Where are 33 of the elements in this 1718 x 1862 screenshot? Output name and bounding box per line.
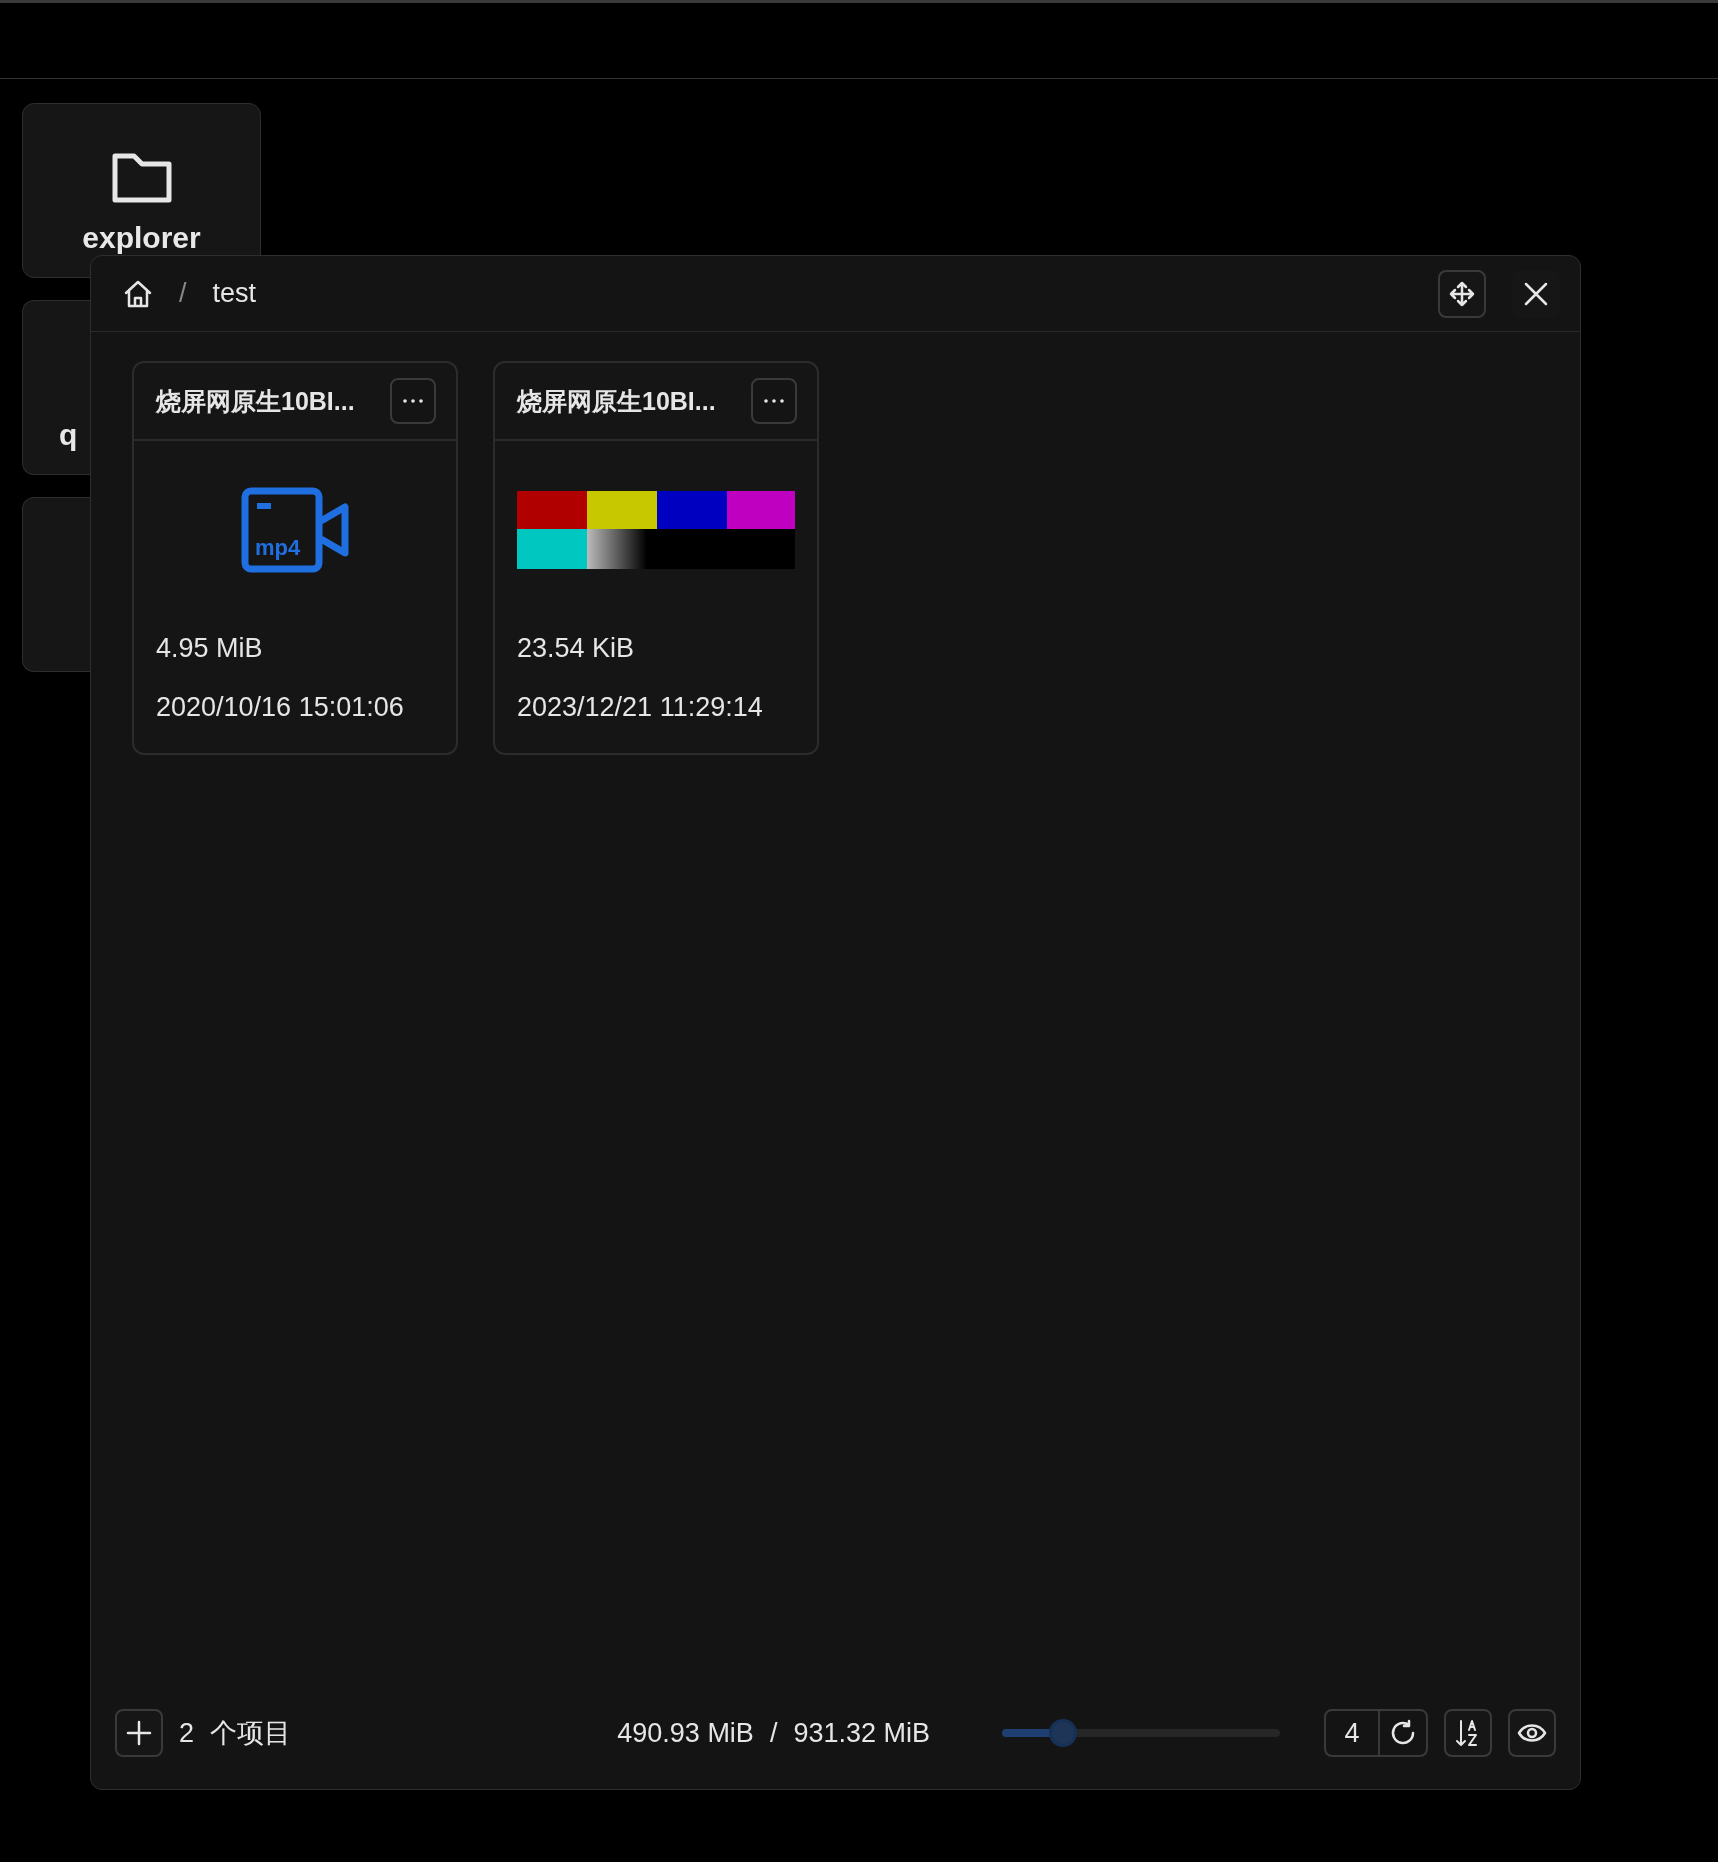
zoom-slider[interactable] [1002, 1719, 1280, 1747]
file-date: 2023/12/21 11:29:14 [516, 692, 764, 723]
move-button[interactable] [1438, 269, 1486, 318]
folder-icon [111, 153, 172, 203]
slider-thumb[interactable] [1049, 1719, 1078, 1747]
item-count: 2 [179, 1717, 195, 1749]
file-size: 23.54 KiB [516, 633, 636, 664]
desktop-shortcut[interactable]: q [22, 300, 90, 475]
used-storage: 490.93 MiB [617, 1717, 754, 1749]
file-card[interactable]: 烧屏网原生10BI... mp4 4.95 MiB 2020/10/16 15:01:06 [132, 361, 458, 755]
move-icon [1448, 279, 1476, 308]
sort-button[interactable] [1444, 1709, 1492, 1757]
total-storage: 931.32 MiB [793, 1717, 930, 1749]
refresh-icon [1389, 1719, 1417, 1747]
storage-separator: / [769, 1717, 778, 1749]
file-name: 烧屏网原生10BI... [517, 385, 716, 417]
ellipsis-icon [763, 398, 785, 404]
eye-icon[interactable] [1508, 1709, 1556, 1757]
breadcrumb-separator: / [179, 278, 187, 309]
home-icon[interactable] [123, 279, 153, 308]
file-date: 2020/10/16 15:01:06 [155, 692, 405, 723]
file-card[interactable]: 烧屏网原生10BI... 23.54 KiB 2023/12/21 11:29:14 [493, 361, 819, 755]
item-count-label: 个项目 [210, 1717, 292, 1750]
shortcut-label: explorer [82, 221, 201, 255]
plus-icon [126, 1720, 152, 1746]
file-name: 烧屏网原生10BI... [156, 385, 355, 417]
ellipsis-icon [402, 398, 424, 404]
shortcut-label: q [58, 418, 78, 452]
close-icon [1523, 280, 1549, 307]
file-size: 4.95 MiB [155, 633, 264, 664]
desktop-shortcut[interactable]: explorer [22, 103, 261, 278]
breadcrumb-item[interactable]: test [212, 278, 257, 309]
add-button[interactable] [115, 1709, 163, 1757]
